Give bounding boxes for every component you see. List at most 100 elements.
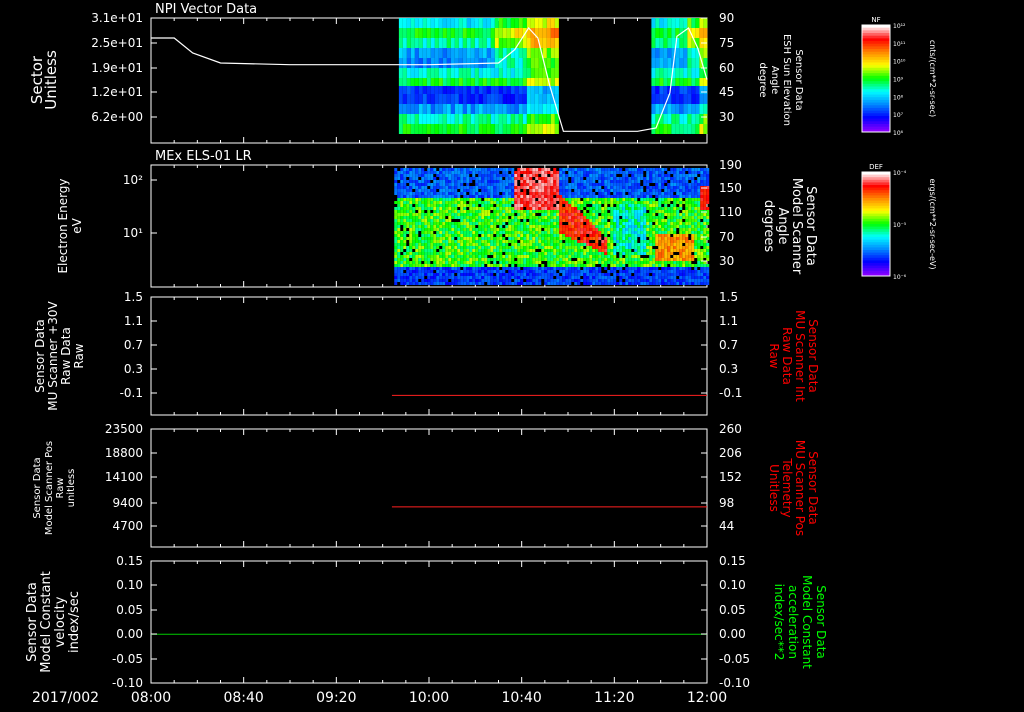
heatmap-cell: [409, 195, 413, 198]
heatmap-cell: [472, 201, 476, 204]
heatmap-cell: [601, 198, 605, 201]
heatmap-cell: [556, 225, 560, 228]
heatmap-cell: [628, 240, 632, 243]
heatmap-cell: [652, 201, 656, 204]
heatmap-cell: [511, 216, 515, 219]
heatmap-cell: [406, 68, 411, 78]
heatmap-cell: [628, 195, 632, 198]
heatmap-cell: [655, 189, 659, 192]
heatmap-cell: [673, 186, 677, 189]
heatmap-cell: [562, 171, 566, 174]
heatmap-cell: [454, 177, 458, 180]
heatmap-cell: [613, 186, 617, 189]
heatmap-cell: [675, 58, 680, 68]
heatmap-cell: [683, 86, 688, 94]
heatmap-cell: [442, 282, 446, 285]
heatmap-cell: [542, 114, 547, 124]
heatmap-cell: [433, 237, 437, 240]
heatmap-cell: [682, 171, 686, 174]
heatmap-cell: [694, 255, 698, 258]
heatmap-cell: [532, 252, 536, 255]
heatmap-cell: [700, 183, 704, 186]
heatmap-cell: [553, 213, 557, 216]
heatmap-cell: [463, 273, 467, 276]
heatmap-cell: [438, 104, 443, 114]
heatmap-cell: [649, 210, 653, 213]
heatmap-cell: [565, 240, 569, 243]
heatmap-cell: [695, 94, 700, 104]
heatmap-cell: [469, 180, 473, 183]
heatmap-cell: [406, 171, 410, 174]
heatmap-cell: [568, 249, 572, 252]
heatmap-cell: [556, 258, 560, 261]
heatmap-cell: [622, 222, 626, 225]
heatmap-cell: [402, 38, 407, 48]
heatmap-cell: [478, 237, 482, 240]
heatmap-cell: [469, 261, 473, 264]
heatmap-cell: [697, 240, 701, 243]
heatmap-cell: [406, 58, 411, 68]
heatmap-cell: [670, 186, 674, 189]
heatmap-cell: [409, 207, 413, 210]
heatmap-cell: [649, 216, 653, 219]
heatmap-cell: [493, 186, 497, 189]
heatmap-cell: [586, 222, 590, 225]
y-tick-label: 14100: [105, 470, 143, 484]
heatmap-cell: [541, 270, 545, 273]
heatmap-cell: [436, 225, 440, 228]
heatmap-cell: [511, 273, 515, 276]
heatmap-cell: [430, 264, 434, 267]
heatmap-cell: [475, 273, 479, 276]
heatmap-cell: [610, 168, 614, 171]
heatmap-cell: [589, 246, 593, 249]
heatmap-cell: [613, 264, 617, 267]
heatmap-cell: [640, 252, 644, 255]
heatmap-cell: [655, 258, 659, 261]
heatmap-cell: [703, 168, 707, 171]
heatmap-cell: [703, 58, 708, 68]
heatmap-cell: [448, 255, 452, 258]
heatmap-cell: [646, 180, 650, 183]
heatmap-cell: [469, 273, 473, 276]
heatmap-cell: [559, 177, 563, 180]
heatmap-cell: [475, 237, 479, 240]
heatmap-cell: [667, 198, 671, 201]
heatmap-cell: [631, 177, 635, 180]
heatmap-cell: [658, 258, 662, 261]
heatmap-cell: [664, 213, 668, 216]
heatmap-cell: [439, 243, 443, 246]
heatmap-cell: [445, 180, 449, 183]
heatmap-cell: [643, 240, 647, 243]
heatmap-cell: [652, 213, 656, 216]
heatmap-cell: [625, 177, 629, 180]
heatmap-cell: [547, 237, 551, 240]
heatmap-cell: [670, 270, 674, 273]
heatmap-cell: [619, 252, 623, 255]
heatmap-cell: [438, 58, 443, 68]
heatmap-cell: [463, 255, 467, 258]
heatmap-cell: [703, 177, 707, 180]
y-tick-label: 1.9e+01: [91, 61, 143, 75]
heatmap-cell: [529, 246, 533, 249]
heatmap-cell: [454, 282, 458, 285]
heatmap-cell: [652, 225, 656, 228]
heatmap-cell: [493, 171, 497, 174]
heatmap-cell: [520, 261, 524, 264]
heatmap-cell: [559, 231, 563, 234]
heatmap-cell: [472, 195, 476, 198]
heatmap-cell: [451, 213, 455, 216]
heatmap-cell: [565, 195, 569, 198]
heatmap-cell: [502, 104, 507, 114]
heatmap-cell: [439, 282, 443, 285]
heatmap-cell: [481, 216, 485, 219]
heatmap-cell: [484, 225, 488, 228]
heatmap-cell: [703, 207, 707, 210]
heatmap-cell: [664, 207, 668, 210]
heatmap-cell: [481, 261, 485, 264]
heatmap-cell: [661, 255, 665, 258]
heatmap-cell: [565, 228, 569, 231]
heatmap-cell: [466, 104, 471, 114]
heatmap-cell: [434, 18, 439, 28]
heatmap-cell: [697, 171, 701, 174]
heatmap-cell: [598, 219, 602, 222]
